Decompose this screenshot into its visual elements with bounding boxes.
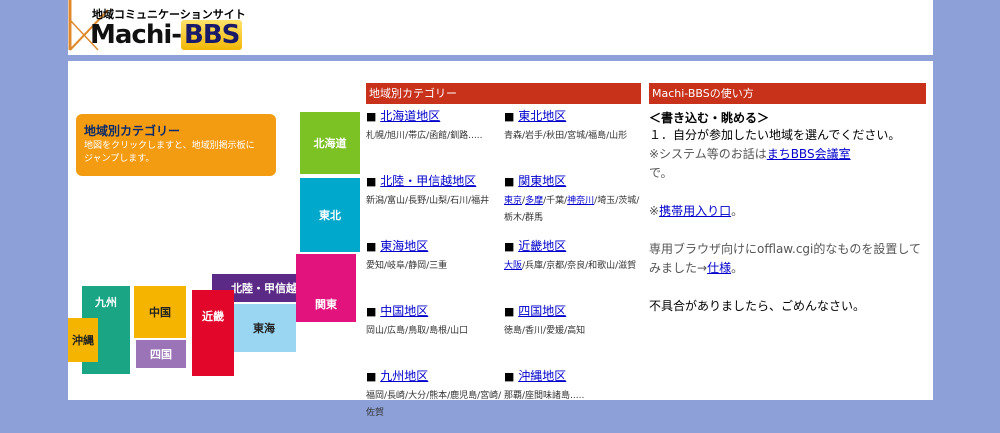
callout-desc: 地図をクリックしますと、地域別掲示板に ジャンプします。: [84, 140, 255, 166]
map-region-okinawa[interactable]: 沖縄: [68, 318, 98, 362]
pref-link-tokyo[interactable]: 東京: [504, 196, 522, 206]
category-prefs: 札幌/旭川/帯広/函館/釧路.....: [366, 131, 483, 141]
map-label-kinki: 近畿: [202, 310, 224, 323]
bullet-icon: ■: [366, 110, 377, 123]
logo-name-bbs: BBS: [181, 20, 243, 50]
bullet-icon: ■: [366, 175, 377, 188]
bullet-icon: ■: [504, 305, 515, 318]
map-label-hokuriku: 北陸・甲信越: [231, 282, 297, 295]
japan-map: 地域別カテゴリー 地図をクリックしますと、地域別掲示板に ジャンプします。 北海道…: [68, 62, 368, 400]
category-item: ■ 東海地区 愛知/岐阜/静岡/三重: [366, 238, 504, 303]
pref-link-kanagawa[interactable]: 神奈川: [567, 196, 594, 206]
pref-link-osaka[interactable]: 大阪: [504, 261, 522, 271]
bullet-icon: ■: [504, 240, 515, 253]
category-item: ■ 関東地区 東京/多摩/千葉/神奈川/埼玉/茨城/栃木/群馬: [504, 173, 641, 238]
callout-desc-line2: ジャンプします。: [84, 154, 155, 164]
category-prefs: 青森/岩手/秋田/宮城/福島/山形: [504, 131, 628, 141]
note-text: ※システム等のお話は: [649, 147, 767, 161]
category-link-shikoku[interactable]: 四国地区: [518, 304, 566, 318]
mobile-entrance-link[interactable]: 携帯用入り口: [659, 204, 731, 218]
category-link-hokuriku[interactable]: 北陸・甲信越地区: [380, 174, 476, 188]
category-prefs: 愛知/岐阜/静岡/三重: [366, 261, 448, 271]
howto-header: Machi-BBSの使い方: [649, 83, 926, 105]
howto-system-note: ※システム等のお話はまちBBS会議室で。: [649, 145, 926, 183]
bullet-icon: ■: [504, 110, 515, 123]
category-prefs: 徳島/香川/愛媛/高知: [504, 326, 586, 336]
howto-mobile-note: ※携帯用入り口。: [649, 202, 926, 221]
map-label-tohoku: 東北: [319, 209, 341, 222]
map-label-okinawa: 沖縄: [72, 334, 94, 347]
category-item: ■ 中国地区 岡山/広島/鳥取/島根/山口: [366, 303, 504, 368]
category-link-okinawa[interactable]: 沖縄地区: [518, 369, 566, 383]
category-prefs: 福岡/長崎/大分/熊本/鹿児島/宮崎/佐賀: [366, 391, 502, 418]
note-text: ※: [649, 204, 660, 218]
bullet-icon: ■: [504, 175, 515, 188]
map-label-chugoku: 中国: [149, 306, 171, 319]
header-divider: [68, 55, 933, 61]
pref-link-tama[interactable]: 多摩: [525, 196, 543, 206]
bullet-icon: ■: [366, 370, 377, 383]
map-label-kyushu: 九州: [95, 296, 117, 309]
logo-name-text: Machi-: [90, 20, 182, 50]
note-text: 。: [731, 204, 744, 218]
howto-panel: Machi-BBSの使い方 ＜書き込む・眺める＞ １．自分が参加したい地域を選ん…: [649, 83, 926, 316]
bullet-icon: ■: [366, 240, 377, 253]
logo-name: Machi- BBS: [90, 20, 243, 50]
category-prefs: 岡山/広島/鳥取/島根/山口: [366, 326, 469, 336]
map-label-kanto: 関東: [315, 298, 337, 311]
pref-text: /兵庫/京都/奈良/和歌山/滋賀: [522, 261, 637, 271]
map-label-tokai: 東海: [253, 322, 275, 335]
page: 地域コミュニケーションサイト Machi- BBS 地域別カテゴリー 地図をクリッ…: [68, 0, 933, 418]
category-item: ■ 近畿地区 大阪/兵庫/京都/奈良/和歌山/滋賀: [504, 238, 641, 303]
note-text: 。: [731, 261, 744, 275]
category-link-chugoku[interactable]: 中国地区: [380, 304, 428, 318]
category-link-hokkaido[interactable]: 北海道地区: [380, 109, 440, 123]
map-label-hokkaido: 北海道: [313, 137, 347, 150]
spec-link[interactable]: 仕様: [707, 261, 731, 275]
category-header: 地域別カテゴリー: [366, 83, 641, 105]
header: 地域コミュニケーションサイト Machi- BBS: [68, 0, 933, 55]
category-item: ■ 北陸・甲信越地区 新潟/富山/長野/山梨/石川/福井: [366, 173, 504, 238]
category-prefs: 新潟/富山/長野/山梨/石川/福井: [366, 196, 490, 206]
category-prefs: 東京/多摩/千葉/神奈川/埼玉/茨城/栃木/群馬: [504, 193, 641, 227]
category-item: ■ 四国地区 徳島/香川/愛媛/高知: [504, 303, 641, 368]
category-panel: 地域別カテゴリー ■ 北海道地区 札幌/旭川/帯広/函館/釧路..... ■ 東…: [366, 83, 641, 433]
howto-apology: 不具合がありましたら、ごめんなさい。: [649, 299, 866, 313]
category-prefs: 那覇/座間味諸島.....: [504, 391, 585, 401]
category-item: ■ 北海道地区 札幌/旭川/帯広/函館/釧路.....: [366, 108, 504, 173]
howto-step1: １．自分が参加したい地域を選んでください。: [649, 128, 901, 142]
meeting-room-link[interactable]: まちBBS会議室: [767, 147, 851, 161]
note-text: 専用ブラウザ向けにofflaw.cgi的なものを設置してみました→: [649, 242, 922, 275]
category-link-kinki[interactable]: 近畿地区: [518, 239, 566, 253]
site-logo[interactable]: 地域コミュニケーションサイト Machi- BBS: [68, 0, 258, 55]
category-link-tohoku[interactable]: 東北地区: [518, 109, 566, 123]
category-item: ■ 東北地区 青森/岩手/秋田/宮城/福島/山形: [504, 108, 641, 173]
map-region-kinki[interactable]: 近畿: [192, 290, 234, 376]
category-grid: ■ 北海道地区 札幌/旭川/帯広/函館/釧路..... ■ 東北地区 青森/岩手…: [366, 108, 641, 433]
bullet-icon: ■: [366, 305, 377, 318]
category-prefs: 大阪/兵庫/京都/奈良/和歌山/滋賀: [504, 258, 641, 275]
category-item: ■ 沖縄地区 那覇/座間味諸島.....: [504, 368, 641, 433]
callout-title: 地域別カテゴリー: [84, 124, 181, 138]
category-item: ■ 九州地区 福岡/長崎/大分/熊本/鹿児島/宮崎/佐賀: [366, 368, 504, 433]
callout-desc-line1: 地図をクリックしますと、地域別掲示板に: [84, 141, 255, 151]
howto-browser-note: 専用ブラウザ向けにofflaw.cgi的なものを設置してみました→仕様。: [649, 240, 926, 278]
category-link-kanto[interactable]: 関東地区: [518, 174, 566, 188]
map-region-kanto[interactable]: 関東: [296, 254, 356, 322]
map-label-shikoku: 四国: [150, 348, 172, 361]
howto-section-title: ＜書き込む・眺める＞: [649, 111, 770, 125]
map-region-shikoku[interactable]: 四国: [136, 340, 186, 368]
category-link-kyushu[interactable]: 九州地区: [380, 369, 428, 383]
pref-text: /千葉/: [543, 196, 568, 206]
map-region-tohoku[interactable]: 東北: [300, 178, 360, 252]
note-text: で。: [649, 166, 673, 180]
map-region-tokai[interactable]: 東海: [232, 304, 296, 352]
map-region-chugoku[interactable]: 中国: [134, 286, 186, 338]
map-callout: 地域別カテゴリー 地図をクリックしますと、地域別掲示板に ジャンプします。: [76, 114, 276, 176]
category-link-tokai[interactable]: 東海地区: [380, 239, 428, 253]
bullet-icon: ■: [504, 370, 515, 383]
map-region-hokkaido[interactable]: 北海道: [300, 112, 360, 174]
